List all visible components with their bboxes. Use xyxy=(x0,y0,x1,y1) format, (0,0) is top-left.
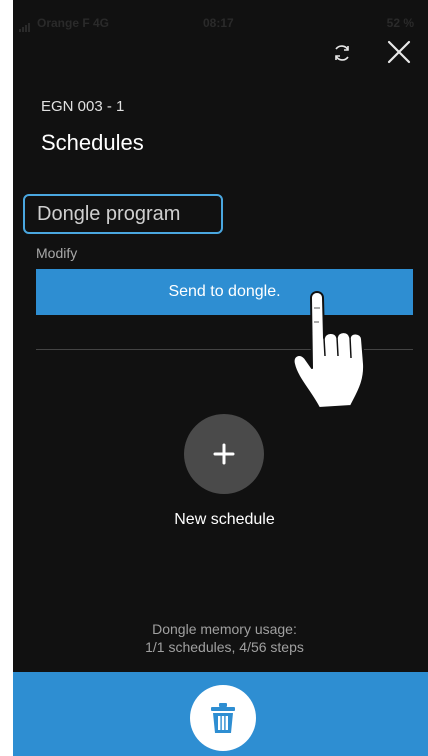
memory-usage: Dongle memory usage: 1/1 schedules, 4/56… xyxy=(13,620,428,656)
hand-pointer-icon xyxy=(292,291,366,409)
battery-level: 52 % xyxy=(386,16,414,30)
modify-link[interactable]: Modify xyxy=(36,245,77,261)
status-bar: Orange F 4G 08:17 52 % xyxy=(13,0,428,38)
add-schedule-button[interactable] xyxy=(184,414,264,494)
status-time: 08:17 xyxy=(203,16,234,30)
send-button-label: Send to dongle. xyxy=(168,283,281,300)
plus-icon xyxy=(213,443,235,465)
program-name-field[interactable]: Dongle program xyxy=(23,194,223,234)
page-title: Schedules xyxy=(41,130,144,155)
memory-usage-title: Dongle memory usage: xyxy=(152,621,297,637)
trash-icon xyxy=(211,703,235,733)
delete-button[interactable] xyxy=(190,685,256,751)
close-icon[interactable] xyxy=(385,38,413,66)
new-schedule-label: New schedule xyxy=(174,511,275,528)
refresh-icon[interactable] xyxy=(331,42,353,64)
app-screen: Orange F 4G 08:17 52 % EGN 003 - 1 Sched… xyxy=(13,0,428,756)
memory-usage-detail: 1/1 schedules, 4/56 steps xyxy=(145,639,304,655)
carrier-label: Orange F 4G xyxy=(37,16,110,30)
device-name: EGN 003 - 1 xyxy=(41,98,125,115)
signal-icon xyxy=(19,18,31,32)
